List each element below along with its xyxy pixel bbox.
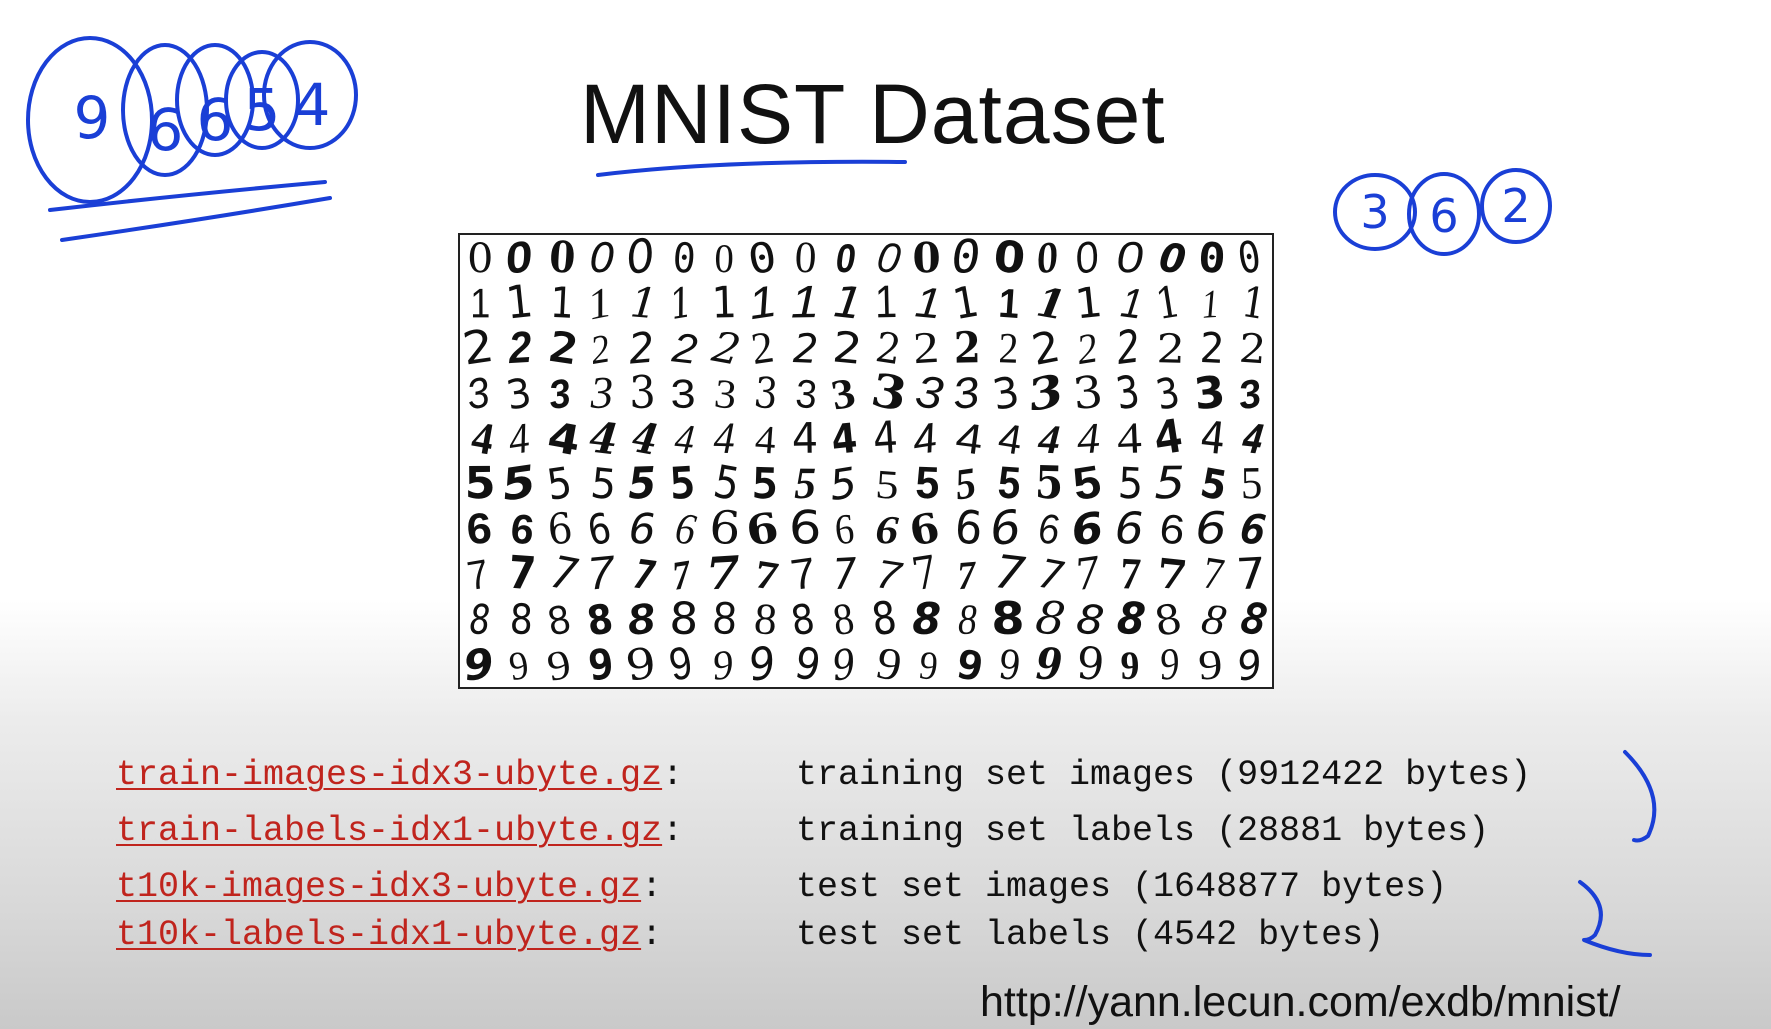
ink-bracket: [1623, 750, 1657, 843]
ink-bracket: [1578, 880, 1652, 957]
ink-digit: 2: [1501, 179, 1530, 233]
ink-digit: 6: [197, 86, 234, 154]
ink-annotations: 9 6 6 5 4 3 6 2: [26, 36, 1657, 957]
ink-digit: 4: [294, 71, 331, 139]
ink-digit: 5: [244, 76, 281, 144]
ink-digit: 9: [74, 84, 111, 152]
ink-digit: 3: [1360, 185, 1389, 239]
ink-digit: 6: [1429, 189, 1458, 243]
ink-underline: [596, 159, 907, 177]
ink-digit: 6: [147, 96, 184, 164]
